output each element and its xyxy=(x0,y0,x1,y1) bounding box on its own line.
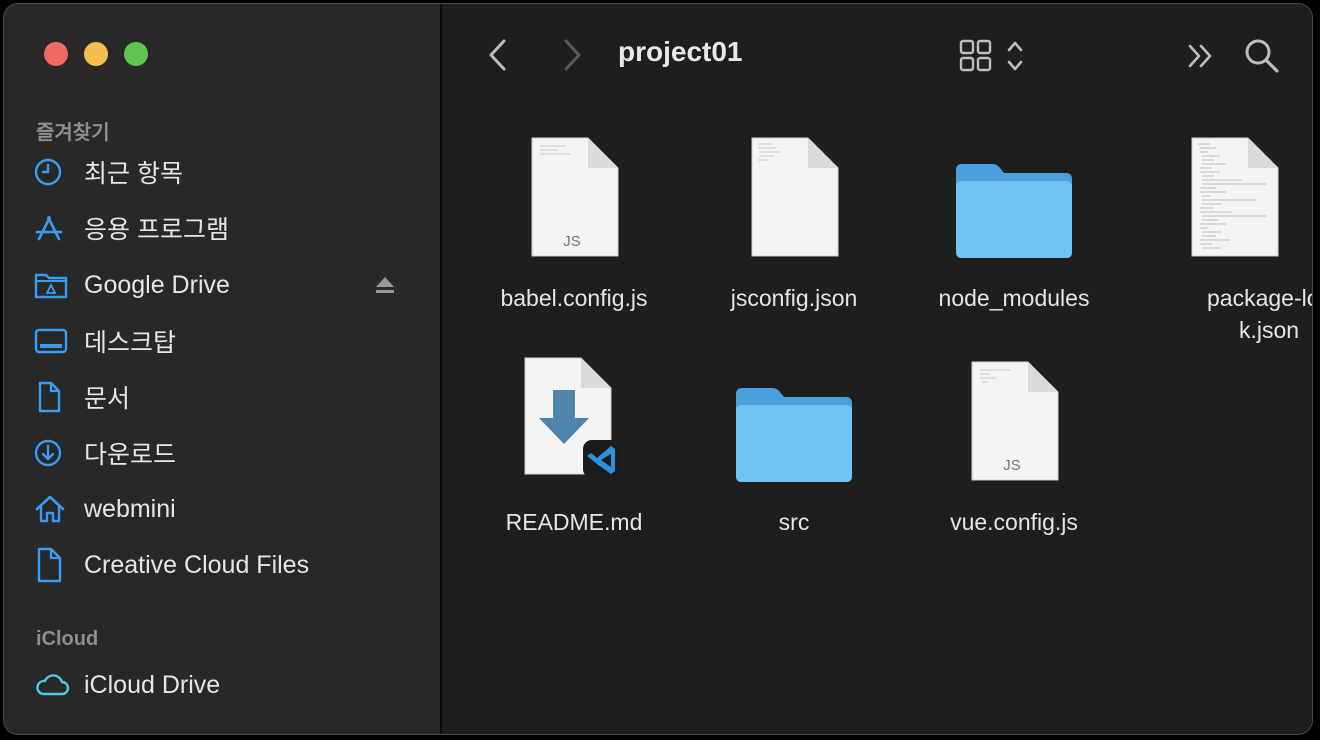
finder-window: 즐겨찾기 최근 항목 응용 프로그램 Google Drive 데스크탑 문서 … xyxy=(4,4,1312,734)
file-icon xyxy=(34,547,70,583)
sidebar-item-label: 문서 xyxy=(84,385,131,413)
file-item[interactable]: package-lock.json xyxy=(1134,130,1312,346)
sidebar-item-label: webmini xyxy=(84,494,176,523)
applications-icon xyxy=(34,212,70,244)
shared-folder-icon xyxy=(34,726,70,734)
sidebar-item-label: Google Drive xyxy=(84,270,230,299)
file-name: src xyxy=(778,509,810,535)
search-icon xyxy=(1245,39,1279,73)
file-badge: JS xyxy=(1003,457,1021,474)
window-title: project01 xyxy=(618,36,743,67)
file-item[interactable]: jsconfig.json xyxy=(694,130,894,314)
folder-item[interactable]: src xyxy=(694,354,894,538)
file-name: package-lock.json xyxy=(1206,285,1312,343)
forward-button[interactable] xyxy=(560,38,584,72)
file-name: README.md xyxy=(505,509,643,535)
sidebar-item-documents[interactable]: 문서 xyxy=(34,375,414,419)
home-icon xyxy=(34,493,70,525)
sidebar-item-label: 데스크탑 xyxy=(84,329,177,357)
icon-grid-view-icon xyxy=(959,39,1023,72)
sidebar-item-icloud-drive[interactable]: iCloud Drive xyxy=(34,663,414,707)
sidebar-item-label: 응용 프로그램 xyxy=(84,216,229,244)
folder-icon xyxy=(694,354,894,484)
minimize-window-button[interactable] xyxy=(84,42,108,66)
clock-icon xyxy=(34,156,70,188)
more-toolbar-button[interactable] xyxy=(1186,42,1216,70)
eject-icon[interactable] xyxy=(374,275,396,300)
download-icon xyxy=(34,437,70,469)
markdown-vscode-file-icon xyxy=(474,354,674,484)
desktop-icon xyxy=(34,325,70,357)
js-file-icon: JS xyxy=(914,354,1114,484)
icloud-section-title: iCloud xyxy=(36,628,99,650)
search-button[interactable] xyxy=(1244,38,1280,74)
document-icon xyxy=(34,381,70,413)
sidebar-item-downloads[interactable]: 다운로드 xyxy=(34,431,414,475)
chevron-double-right-icon xyxy=(1188,44,1212,68)
close-window-button[interactable] xyxy=(44,42,68,66)
cloud-icon xyxy=(34,669,70,701)
folder-icon xyxy=(914,130,1114,260)
json-file-icon xyxy=(694,130,894,260)
json-file-icon xyxy=(1134,130,1312,260)
sidebar-item-label: iCloud Drive xyxy=(84,670,221,699)
back-button[interactable] xyxy=(486,38,510,72)
file-name: node_modules xyxy=(938,285,1090,311)
file-name: babel.config.js xyxy=(500,285,648,311)
sidebar-item-label: 다운로드 xyxy=(84,441,177,469)
sidebar-item-desktop[interactable]: 데스크탑 xyxy=(34,319,414,363)
sidebar-item-recents[interactable]: 최근 항목 xyxy=(34,150,414,194)
file-item[interactable]: JS babel.config.js xyxy=(474,130,674,314)
file-item[interactable]: README.md xyxy=(474,354,674,538)
sidebar-item-label: Creative Cloud Files xyxy=(84,550,310,579)
chevron-right-icon xyxy=(564,39,581,71)
view-mode-button[interactable] xyxy=(958,38,1024,74)
sidebar-item-creative-cloud[interactable]: Creative Cloud Files xyxy=(34,543,414,587)
sidebar: 즐겨찾기 최근 항목 응용 프로그램 Google Drive 데스크탑 문서 … xyxy=(4,4,442,734)
folder-item[interactable]: node_modules xyxy=(914,130,1114,314)
favorites-section-title: 즐겨찾기 xyxy=(36,122,110,144)
zoom-window-button[interactable] xyxy=(124,42,148,66)
file-name: jsconfig.json xyxy=(730,285,858,311)
sidebar-item-home[interactable]: webmini xyxy=(34,487,414,531)
sidebar-item-label: 최근 항목 xyxy=(84,160,183,188)
js-file-icon: JS xyxy=(474,130,674,260)
main-content: project01 JS babel.config.js jsconfig.js… xyxy=(442,4,1312,734)
file-name: vue.config.js xyxy=(950,509,1078,535)
sidebar-item-applications[interactable]: 응용 프로그램 xyxy=(34,206,414,250)
chevron-left-icon xyxy=(489,39,506,71)
file-badge: JS xyxy=(563,233,581,250)
file-item[interactable]: JS vue.config.js xyxy=(914,354,1114,538)
google-drive-folder-icon xyxy=(34,269,70,301)
sidebar-item-google-drive[interactable]: Google Drive xyxy=(34,263,414,307)
sidebar-item-shared-partial[interactable] xyxy=(34,720,414,734)
